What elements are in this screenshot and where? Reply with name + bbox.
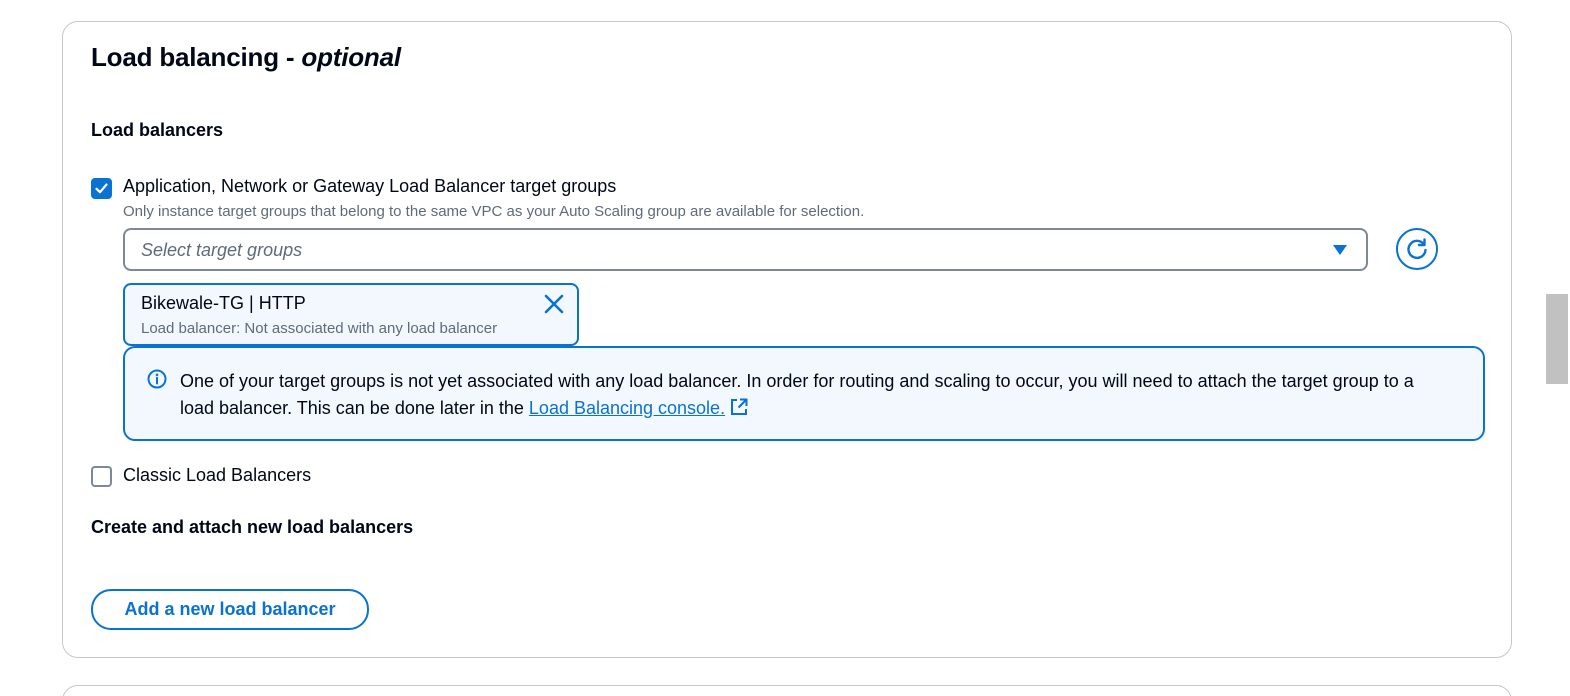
selected-target-group-token: Bikewale-TG | HTTP Load balancer: Not as…: [123, 283, 579, 346]
classic-load-balancers-checkbox[interactable]: [91, 466, 112, 487]
info-alert-text: One of your target groups is not yet ass…: [180, 368, 1450, 422]
caret-down-icon: [1333, 245, 1347, 255]
scrollbar-thumb[interactable]: [1546, 294, 1568, 384]
info-alert: One of your target groups is not yet ass…: [123, 346, 1485, 441]
check-icon: [95, 183, 108, 194]
external-link-icon[interactable]: [729, 397, 749, 417]
panel-title-text: Load balancing -: [91, 42, 302, 72]
next-panel: [62, 685, 1512, 696]
info-alert-message: One of your target groups is not yet ass…: [180, 371, 1414, 418]
info-icon: [147, 369, 167, 389]
panel-title-optional: optional: [301, 42, 401, 72]
panel-title: Load balancing - optional: [91, 42, 401, 73]
create-attach-heading: Create and attach new load balancers: [91, 517, 414, 537]
classic-load-balancers-label[interactable]: Classic Load Balancers: [123, 465, 311, 486]
load-balancing-panel: Load balancing - optional Load balancers…: [62, 21, 1512, 658]
alb-target-groups-description: Only instance target groups that belong …: [123, 203, 865, 220]
add-load-balancer-button[interactable]: Add a new load balancer: [91, 589, 369, 630]
refresh-icon: [1407, 238, 1427, 260]
target-groups-select-placeholder: Select target groups: [141, 240, 303, 260]
refresh-button[interactable]: [1396, 228, 1438, 270]
load-balancing-console-link[interactable]: Load Balancing console.: [529, 398, 725, 418]
alb-target-groups-checkbox[interactable]: [91, 178, 112, 199]
alb-target-groups-label[interactable]: Application, Network or Gateway Load Bal…: [123, 176, 616, 197]
token-subtitle: Load balancer: Not associated with any l…: [141, 320, 498, 337]
target-groups-select[interactable]: Select target groups: [123, 228, 1368, 271]
token-title: Bikewale-TG | HTTP: [141, 293, 306, 313]
load-balancers-heading: Load balancers: [91, 120, 224, 140]
close-icon[interactable]: [543, 293, 565, 315]
